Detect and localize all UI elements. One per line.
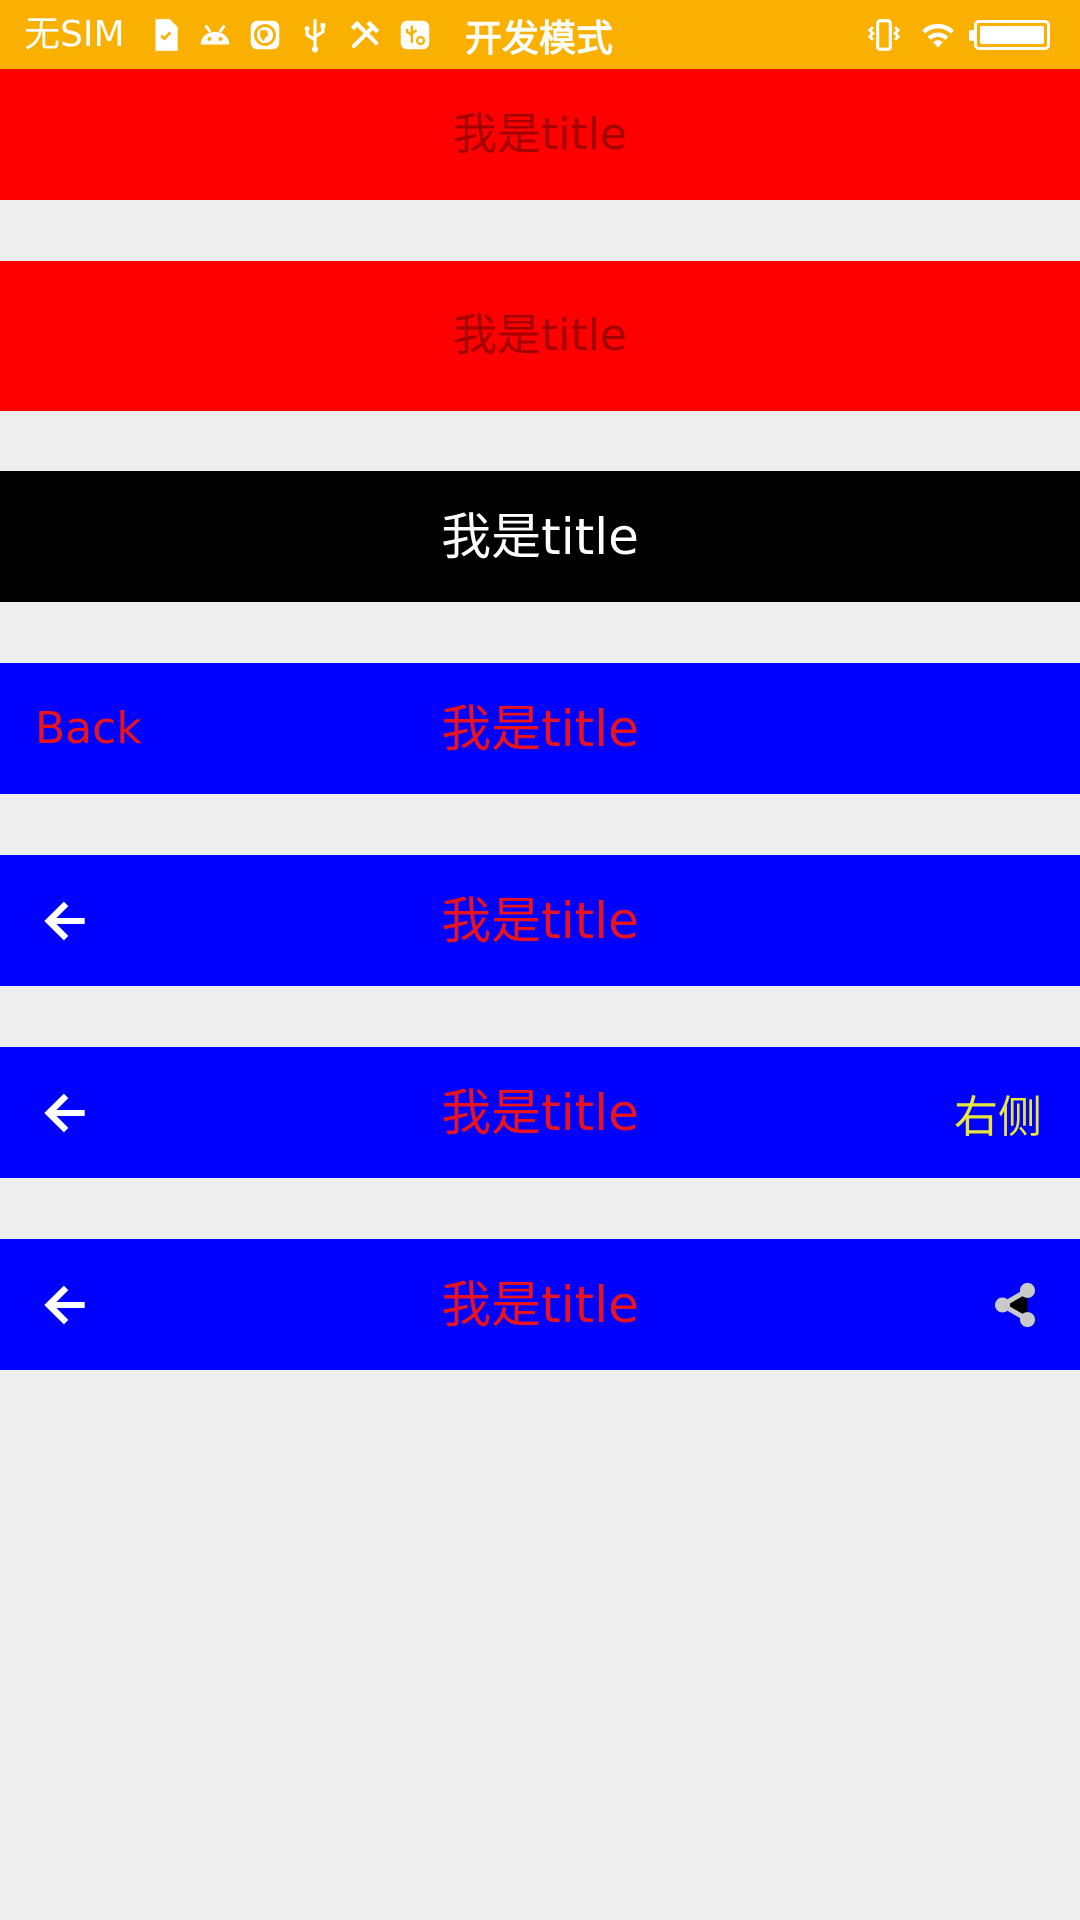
status-bar-right xyxy=(850,0,1050,69)
title-bar-red-1: 我是title xyxy=(0,69,1080,200)
bar-left: Back xyxy=(0,663,142,794)
bar-title: 我是title xyxy=(452,108,628,160)
share-icon[interactable] xyxy=(990,1280,1040,1330)
arrow-left-icon[interactable] xyxy=(38,1085,94,1141)
back-button[interactable]: Back xyxy=(0,703,142,754)
title-bar-black: 我是title xyxy=(0,471,1080,602)
vpn-globe-icon xyxy=(245,15,285,55)
vibrate-icon xyxy=(864,15,904,55)
bar-left xyxy=(0,1047,94,1178)
bar-title: 我是title xyxy=(441,699,639,758)
title-bar-back-arrow: 我是title xyxy=(0,855,1080,986)
bar-left xyxy=(0,1239,94,1370)
title-bar-right-text: 我是title 右侧 xyxy=(0,1047,1080,1178)
title-bar-red-2: 我是title xyxy=(0,261,1080,411)
wifi-icon xyxy=(918,15,958,55)
sim-card-check-icon xyxy=(145,15,185,55)
bar-left xyxy=(0,855,94,986)
usb-icon xyxy=(295,15,335,55)
bar-title: 我是title xyxy=(441,891,639,950)
bar-title: 我是title xyxy=(441,1083,639,1142)
arrow-left-icon[interactable] xyxy=(38,1277,94,1333)
android-icon xyxy=(195,15,235,55)
tools-icon xyxy=(345,15,385,55)
bar-right xyxy=(990,1239,1080,1370)
right-action-button[interactable]: 右侧 xyxy=(954,1081,1080,1145)
arrow-left-icon[interactable] xyxy=(38,893,94,949)
usb-debug-icon xyxy=(395,15,435,55)
title-bar-back-text: 我是title Back xyxy=(0,663,1080,794)
carrier-label: 无SIM xyxy=(24,13,125,55)
bar-right: 右侧 xyxy=(954,1047,1080,1178)
developer-mode-label: 开发模式 xyxy=(465,16,613,60)
bar-title: 我是title xyxy=(441,507,639,566)
battery-icon xyxy=(969,19,1050,50)
status-bar: 无SIM 开发模式 xyxy=(0,0,1080,69)
title-bar-share: 我是title xyxy=(0,1239,1080,1370)
bar-title: 我是title xyxy=(452,310,628,361)
battery-level-fill xyxy=(980,25,1044,44)
status-bar-left: 无SIM xyxy=(24,0,435,69)
bar-title: 我是title xyxy=(441,1275,639,1334)
